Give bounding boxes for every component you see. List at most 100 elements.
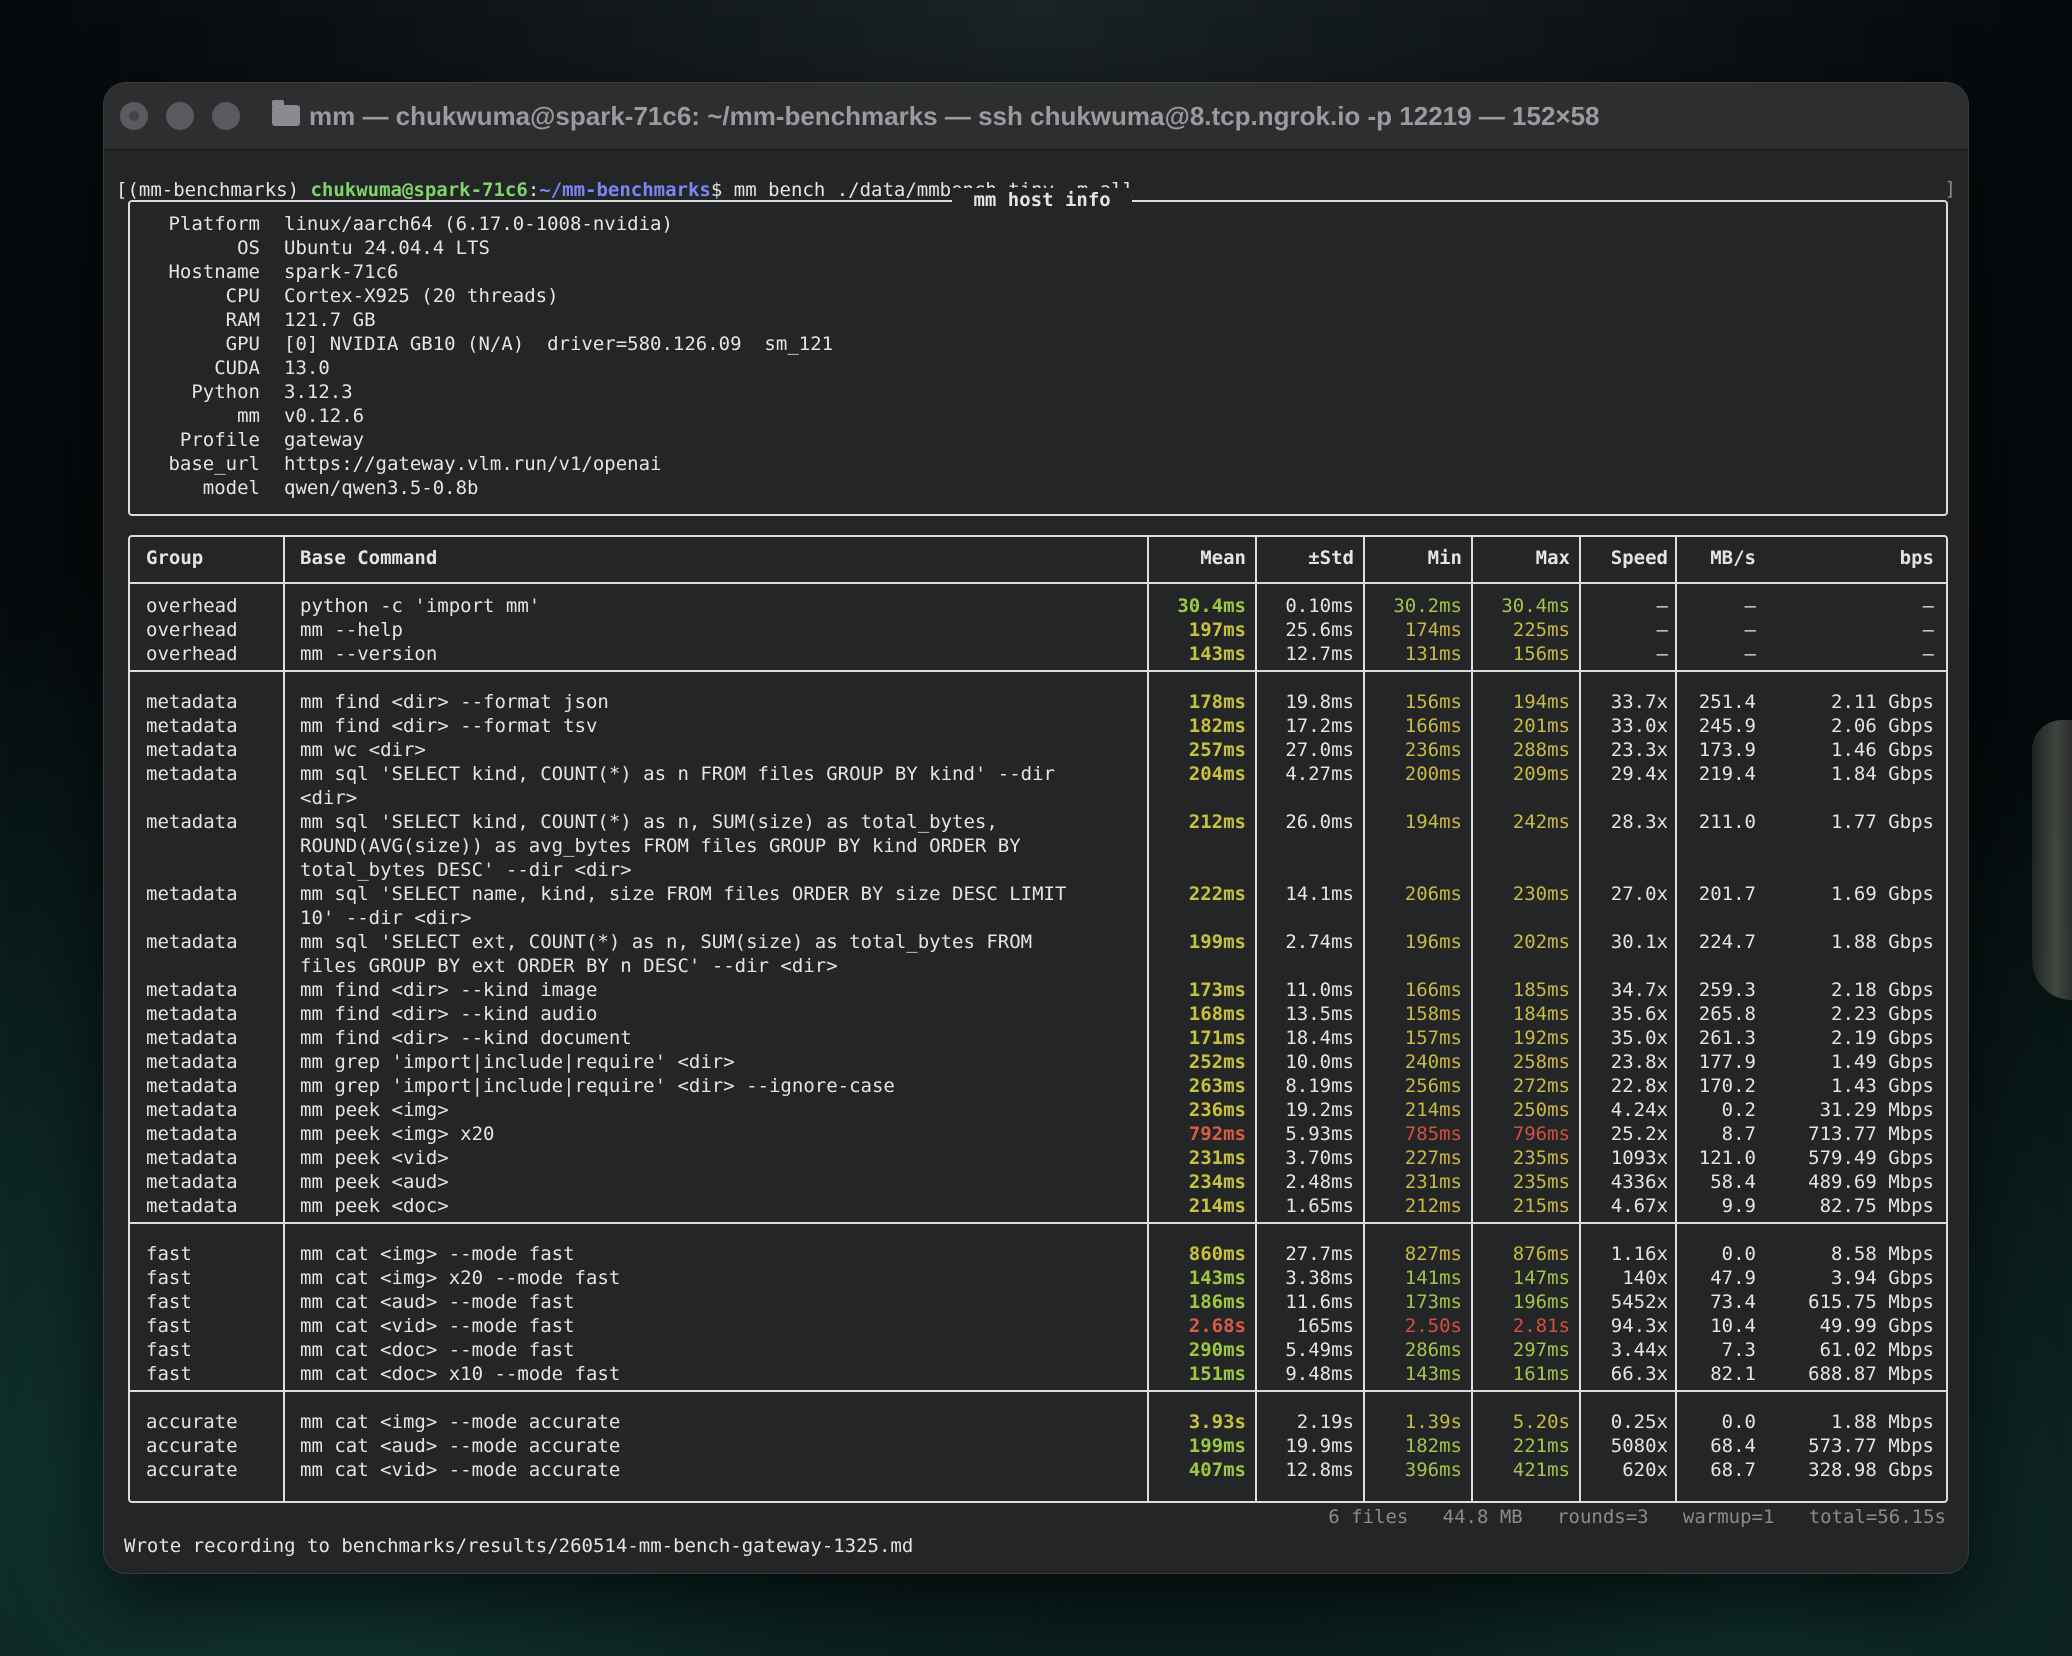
cell-group: metadata — [146, 1027, 238, 1049]
cell-command: mm find <dir> --kind audio — [300, 1003, 598, 1025]
host-info-value: v0.12.6 — [284, 405, 365, 427]
cell-min: 157ms — [1404, 1027, 1462, 1049]
cell-mean: 171ms — [1188, 1027, 1246, 1049]
cell-max: 196ms — [1512, 1291, 1570, 1313]
header-bps[interactable]: bps — [1760, 546, 1934, 570]
table-column-divider — [1471, 537, 1473, 1501]
title-bar[interactable]: mm — chukwuma@spark-71c6: ~/mm-benchmark… — [104, 83, 1968, 150]
cell-command: mm cat <img> --mode accurate — [300, 1411, 621, 1433]
cell-speed: 4.24x — [1610, 1099, 1668, 1121]
cell-mean: 182ms — [1188, 715, 1246, 737]
host-info-panel: mm host info Platform linux/aarch64 (6.17… — [128, 188, 1948, 516]
cell-group: overhead — [146, 619, 238, 641]
header-group[interactable]: Group — [146, 546, 276, 570]
cell-command: mm cat <doc> --mode fast — [300, 1339, 575, 1361]
header-speed[interactable]: Speed — [1582, 546, 1668, 570]
host-info-value: Ubuntu 24.04.4 LTS — [284, 237, 490, 259]
cell-speed: 35.0x — [1610, 1027, 1668, 1049]
cell-max: 796ms — [1512, 1123, 1570, 1145]
cell-command: mm cat <doc> x10 --mode fast — [300, 1363, 621, 1385]
header-min[interactable]: Min — [1366, 546, 1462, 570]
cell-bps: 713.77 Mbps — [1808, 1123, 1934, 1145]
cell-mean: 168ms — [1188, 1003, 1246, 1025]
cell-min: 174ms — [1404, 619, 1462, 641]
host-info-key: GPU — [225, 333, 260, 355]
cell-min: 1.39s — [1404, 1411, 1462, 1433]
prompt-right-bracket: ] — [1944, 178, 1956, 200]
cell-mean: 860ms — [1188, 1243, 1246, 1265]
cell-max: 242ms — [1512, 811, 1570, 833]
cell-bps: 1.43 Gbps — [1831, 1075, 1934, 1097]
cell-group: metadata — [146, 1099, 238, 1121]
cell-max: 288ms — [1512, 739, 1570, 761]
wrote-message: Wrote recording to benchmarks/results/26… — [124, 1535, 914, 1557]
cell-mean: 407ms — [1188, 1459, 1246, 1481]
zoom-button[interactable] — [212, 102, 240, 130]
minimize-button[interactable] — [166, 102, 194, 130]
cell-group: metadata — [146, 691, 238, 713]
cell-std: 17.2ms — [1285, 715, 1354, 737]
cell-speed: 34.7x — [1610, 979, 1668, 1001]
host-info-value: linux/aarch64 (6.17.0-1008-nvidia) — [284, 213, 673, 235]
cell-min: 785ms — [1404, 1123, 1462, 1145]
cell-mean: 199ms — [1188, 1435, 1246, 1457]
cell-min: 286ms — [1404, 1339, 1462, 1361]
header-mean[interactable]: Mean — [1150, 546, 1246, 570]
host-info-value: https://gateway.vlm.run/v1/openai — [284, 453, 662, 475]
cell-max: 185ms — [1512, 979, 1570, 1001]
cell-mean: 212ms — [1188, 811, 1246, 833]
cell-mean: 290ms — [1188, 1339, 1246, 1361]
table-column-divider — [1363, 537, 1365, 1501]
cell-group: fast — [146, 1363, 192, 1385]
cell-speed: 27.0x — [1610, 883, 1668, 905]
cell-group: metadata — [146, 883, 238, 905]
cell-command: mm cat <aud> --mode accurate — [300, 1435, 621, 1457]
table-column-divider — [1579, 537, 1581, 1501]
terminal-output[interactable]: [(mm-benchmarks) chukwuma@spark-71c6:~/m… — [104, 149, 1968, 1573]
cell-min: 158ms — [1404, 1003, 1462, 1025]
cell-mean: 263ms — [1188, 1075, 1246, 1097]
prompt-dollar: $ — [710, 179, 734, 201]
prompt-path: ~/mm-benchmarks — [539, 179, 711, 201]
cell-group: metadata — [146, 811, 238, 833]
cell-bps: 1.49 Gbps — [1831, 1051, 1934, 1073]
cell-mean: 257ms — [1188, 739, 1246, 761]
cell-std: 2.74ms — [1285, 931, 1354, 953]
cell-min: 143ms — [1404, 1363, 1462, 1385]
cell-mean: 231ms — [1188, 1147, 1246, 1169]
cell-bps: – — [1922, 619, 1934, 641]
cell-max: 215ms — [1512, 1195, 1570, 1217]
cell-min: 206ms — [1404, 883, 1462, 905]
cell-min: 236ms — [1404, 739, 1462, 761]
cell-bps: – — [1922, 595, 1934, 617]
header-mbs[interactable]: MB/s — [1678, 546, 1756, 570]
cell-mbs: 251.4 — [1698, 691, 1756, 713]
cell-group: metadata — [146, 763, 238, 785]
cell-std: 5.93ms — [1285, 1123, 1354, 1145]
cell-command: ROUND(AVG(size)) as avg_bytes FROM files… — [300, 835, 1021, 857]
cell-command: mm peek <img> — [300, 1099, 449, 1121]
cell-min: 182ms — [1404, 1435, 1462, 1457]
cell-command: mm wc <dir> — [300, 739, 426, 761]
cell-min: 396ms — [1404, 1459, 1462, 1481]
cell-bps: 1.77 Gbps — [1831, 811, 1934, 833]
cell-mbs: – — [1744, 595, 1756, 617]
header-max[interactable]: Max — [1474, 546, 1570, 570]
terminal-window: mm — chukwuma@spark-71c6: ~/mm-benchmark… — [104, 83, 1968, 1573]
cell-group: accurate — [146, 1411, 238, 1433]
cell-command: mm --version — [300, 643, 438, 665]
header-std[interactable]: ±Std — [1258, 546, 1354, 570]
cell-max: 5.20s — [1512, 1411, 1570, 1433]
cell-min: 196ms — [1404, 931, 1462, 953]
cell-speed: 35.6x — [1610, 1003, 1668, 1025]
cell-std: 19.9ms — [1285, 1435, 1354, 1457]
header-base-command[interactable]: Base Command — [300, 546, 1140, 570]
cell-mean: 143ms — [1188, 1267, 1246, 1289]
table-row-divider — [130, 1390, 1946, 1392]
cell-max: 297ms — [1512, 1339, 1570, 1361]
close-button[interactable] — [120, 102, 148, 130]
cell-mbs: 9.9 — [1721, 1195, 1756, 1217]
cell-min: 141ms — [1404, 1267, 1462, 1289]
cell-speed: 1.16x — [1610, 1243, 1668, 1265]
cell-std: 4.27ms — [1285, 763, 1354, 785]
